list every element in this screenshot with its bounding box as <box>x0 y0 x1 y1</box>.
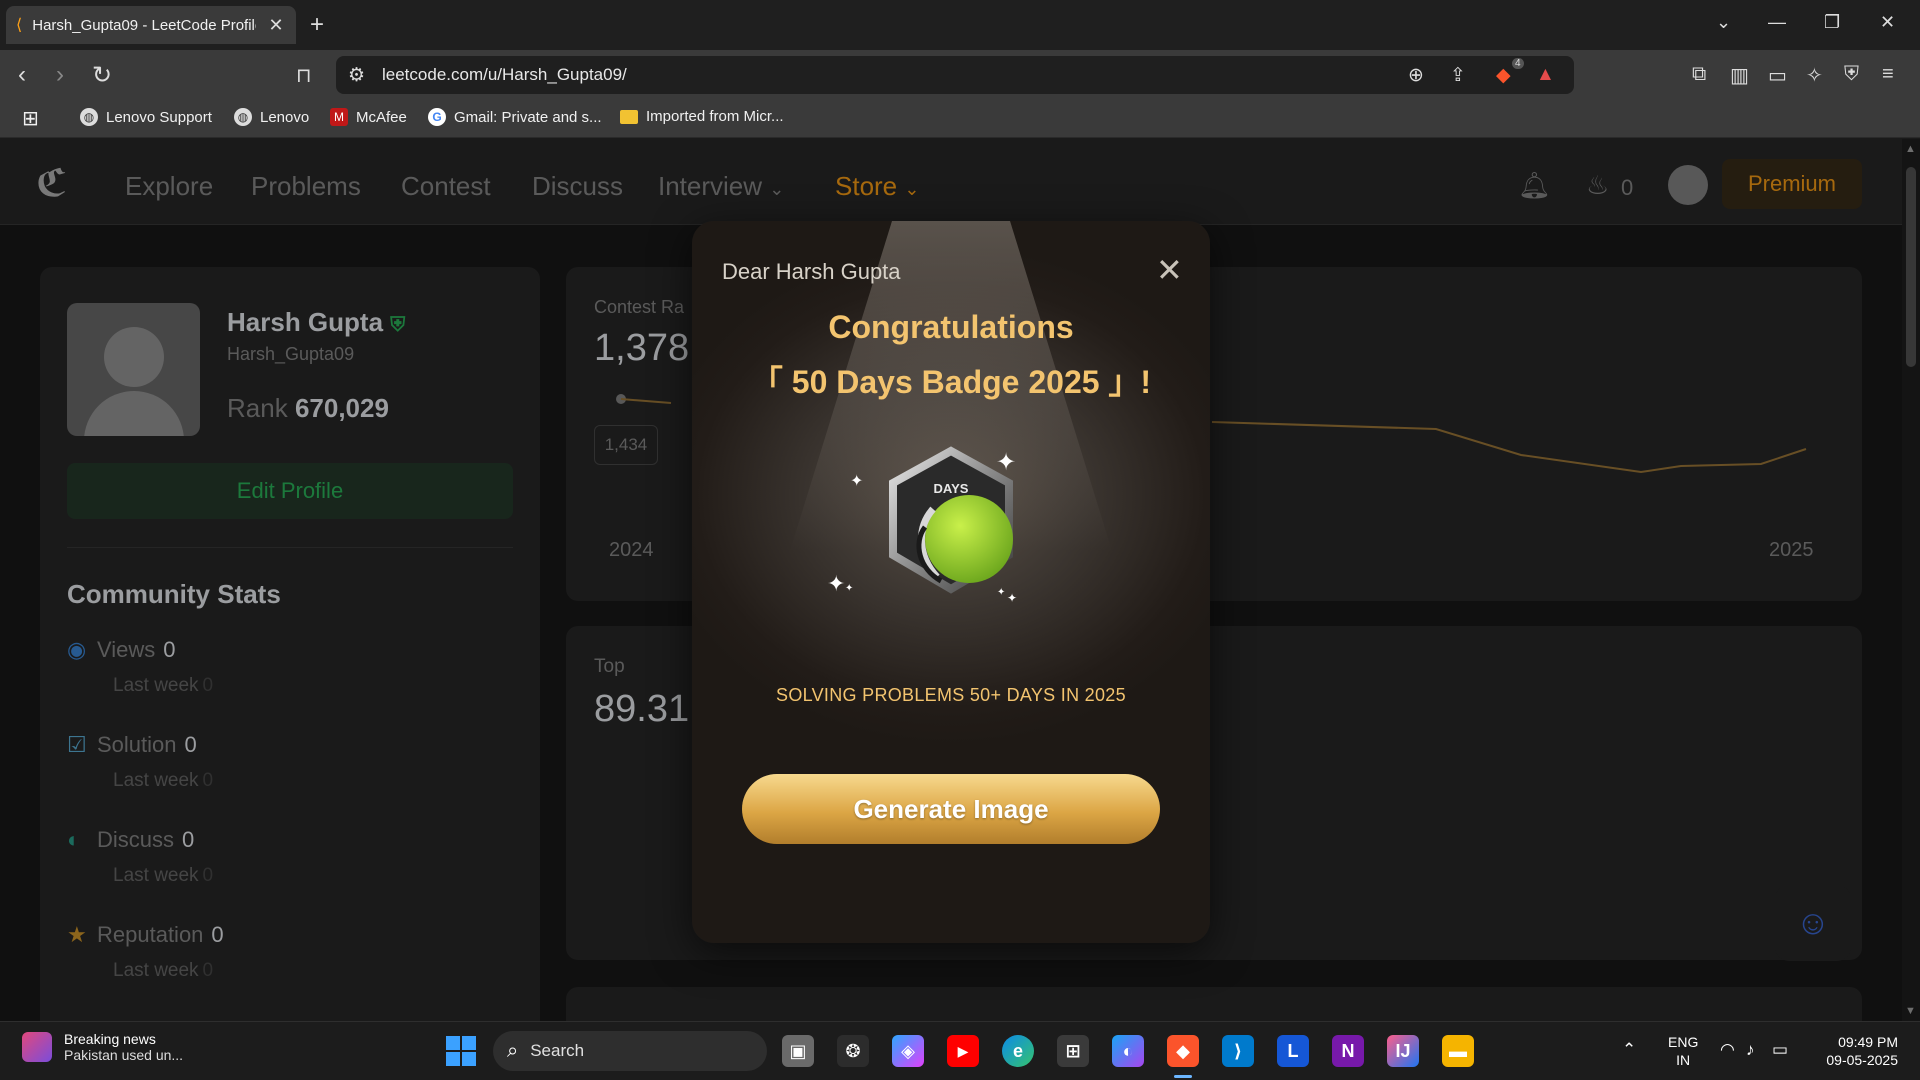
learn-app-icon[interactable]: L <box>1277 1035 1309 1067</box>
restore-icon[interactable]: ❐ <box>1824 12 1840 33</box>
new-tab-icon[interactable]: + <box>310 11 324 39</box>
bookmark-label: Gmail: Private and s... <box>454 108 602 126</box>
copilot-icon[interactable]: ◈ <box>892 1035 924 1067</box>
leo-ai-icon[interactable]: ✧ <box>1806 63 1823 88</box>
forward-icon[interactable]: › <box>56 61 64 89</box>
sparkle-icon: ✦ <box>850 473 864 490</box>
fifty-days-badge-icon: DAYS <box>889 446 1013 594</box>
url-text: leetcode.com/u/Harsh_Gupta09/ <box>382 65 627 84</box>
share-icon[interactable]: ⇪ <box>1450 64 1466 87</box>
mcafee-icon: M <box>330 108 348 126</box>
taskbar-search-label: Search <box>530 1041 585 1060</box>
sparkle-icon: ✦ <box>827 571 846 596</box>
sparkle-icon: ✦ <box>996 449 1017 476</box>
bookmark-label: McAfee <box>356 108 407 126</box>
active-app-indicator <box>1174 1075 1192 1078</box>
intellij-icon[interactable]: IJ <box>1387 1035 1419 1067</box>
congratulations-heading: Congratulations <box>828 309 1074 345</box>
tab-title: Harsh_Gupta09 - LeetCode Profile <box>32 16 256 34</box>
microsoft-store-icon[interactable]: ⊞ <box>1057 1035 1089 1067</box>
tab-close-icon[interactable]: ✕ <box>266 15 286 36</box>
news-widget[interactable]: Breaking news Pakistan used un... <box>22 1031 183 1063</box>
taskbar-search[interactable]: ⌕ Search <box>493 1031 767 1071</box>
back-icon[interactable]: ‹ <box>18 61 26 89</box>
extensions-icon[interactable]: ⧉ <box>1692 63 1706 86</box>
task-view-icon[interactable]: ▣ <box>782 1035 814 1067</box>
region-code: IN <box>1676 1052 1691 1068</box>
site-settings-icon[interactable]: ⚙ <box>348 64 365 87</box>
apps-grid-icon[interactable]: ⊞ <box>22 106 39 131</box>
generate-image-button[interactable]: Generate Image <box>742 774 1160 844</box>
sparkle-icon: ✦ <box>845 583 854 594</box>
chevron-up-icon[interactable]: ⌃ <box>1622 1040 1636 1060</box>
chatgpt-icon[interactable]: ❂ <box>837 1035 869 1067</box>
browser-tab-bar: ⟨ Harsh_Gupta09 - LeetCode Profile ✕ + ⌄… <box>0 0 1920 50</box>
m365-icon[interactable]: ◐ <box>1112 1035 1144 1067</box>
sparkle-icon: ✦ <box>1007 591 1018 605</box>
news-title: Breaking news <box>64 1031 156 1047</box>
bookmark-label: Lenovo Support <box>106 108 212 126</box>
windows-taskbar: Breaking news Pakistan used un... ⌕ Sear… <box>0 1021 1920 1080</box>
badge-name: 「 50 Days Badge 2025 」! <box>750 364 1152 400</box>
bookmark-item[interactable]: G Gmail: Private and s... <box>428 108 602 126</box>
close-window-icon[interactable]: ✕ <box>1880 12 1895 33</box>
bookmarks-bar: ⊞ ◍ Lenovo Support ◍ Lenovo M McAfee G G… <box>0 100 1920 138</box>
onenote-icon[interactable]: N <box>1332 1035 1364 1067</box>
address-toolbar: ‹ › ↻ ⊓ ⚙ leetcode.com/u/Harsh_Gupta09/ … <box>0 50 1920 100</box>
system-clock[interactable]: 09:49 PM 09-05-2025 <box>1818 1033 1898 1069</box>
news-icon <box>22 1032 52 1062</box>
wallet-icon[interactable]: ▭ <box>1768 63 1787 88</box>
badge-modal: Dear Harsh Gupta ✕ Congratulations 「 50 … <box>692 221 1210 943</box>
badge-description: SOLVING PROBLEMS 50+ DAYS IN 2025 <box>776 685 1126 705</box>
search-icon: ⌕ <box>507 1039 519 1062</box>
brave-rewards-icon[interactable]: ▲ <box>1536 64 1555 86</box>
sidebar-icon[interactable]: ▥ <box>1730 63 1749 88</box>
clock-time: 09:49 PM <box>1838 1034 1898 1050</box>
zoom-icon[interactable]: ⊕ <box>1408 64 1424 87</box>
wifi-icon[interactable]: ◠ <box>1720 1040 1735 1060</box>
folder-icon <box>620 109 638 124</box>
badge-days-text: DAYS <box>934 481 969 496</box>
vpn-icon[interactable]: ⛨ <box>1844 63 1859 86</box>
tab-search-icon[interactable]: ⌄ <box>1716 12 1731 33</box>
language-code: ENG <box>1668 1034 1699 1050</box>
globe-icon: ◍ <box>80 108 98 126</box>
reload-icon[interactable]: ↻ <box>92 61 112 90</box>
browser-tab[interactable]: ⟨ Harsh_Gupta09 - LeetCode Profile ✕ <box>6 6 296 44</box>
bookmark-icon[interactable]: ⊓ <box>296 63 312 88</box>
globe-icon: ◍ <box>234 108 252 126</box>
bookmark-item[interactable]: M McAfee <box>330 108 407 126</box>
bookmark-item[interactable]: ◍ Lenovo Support <box>80 108 212 126</box>
windows-start-icon[interactable] <box>446 1036 476 1066</box>
clock-date: 09-05-2025 <box>1826 1052 1898 1068</box>
news-subtitle: Pakistan used un... <box>64 1047 184 1063</box>
address-field[interactable]: ⚙ leetcode.com/u/Harsh_Gupta09/ ⊕ ⇪ ◆ 4 … <box>336 56 1574 94</box>
google-icon: G <box>428 108 446 126</box>
leetcode-favicon-icon: ⟨ <box>16 17 23 34</box>
vscode-icon[interactable]: ⟩ <box>1222 1035 1254 1067</box>
sparkle-icon: ✦ <box>997 587 1006 598</box>
badge-image: DAYS ✦ ✦ ✦ ✦ ✦ ✦ <box>821 431 1081 651</box>
youtube-icon[interactable]: ▶ <box>947 1035 979 1067</box>
close-icon[interactable]: ✕ <box>1156 251 1183 289</box>
bookmark-label: Lenovo <box>260 108 310 126</box>
language-indicator[interactable]: ENG IN <box>1668 1033 1698 1069</box>
modal-greeting: Dear Harsh Gupta <box>722 259 901 284</box>
bookmark-item[interactable]: ◍ Lenovo <box>234 108 309 126</box>
bookmark-label: Imported from Micr... <box>646 108 784 125</box>
bookmark-item[interactable]: Imported from Micr... <box>620 108 784 125</box>
edge-icon[interactable]: e <box>1002 1035 1034 1067</box>
brave-shields-icon[interactable]: ◆ <box>1496 64 1511 87</box>
minimize-icon[interactable]: — <box>1768 12 1786 33</box>
file-explorer-icon[interactable]: ▬ <box>1442 1035 1474 1067</box>
volume-icon[interactable]: ♪ <box>1746 1040 1755 1060</box>
shields-count: 4 <box>1512 58 1524 69</box>
battery-icon[interactable]: ▭ <box>1772 1040 1788 1060</box>
brave-icon[interactable]: ◆ <box>1167 1035 1199 1067</box>
menu-icon[interactable]: ≡ <box>1882 63 1894 86</box>
